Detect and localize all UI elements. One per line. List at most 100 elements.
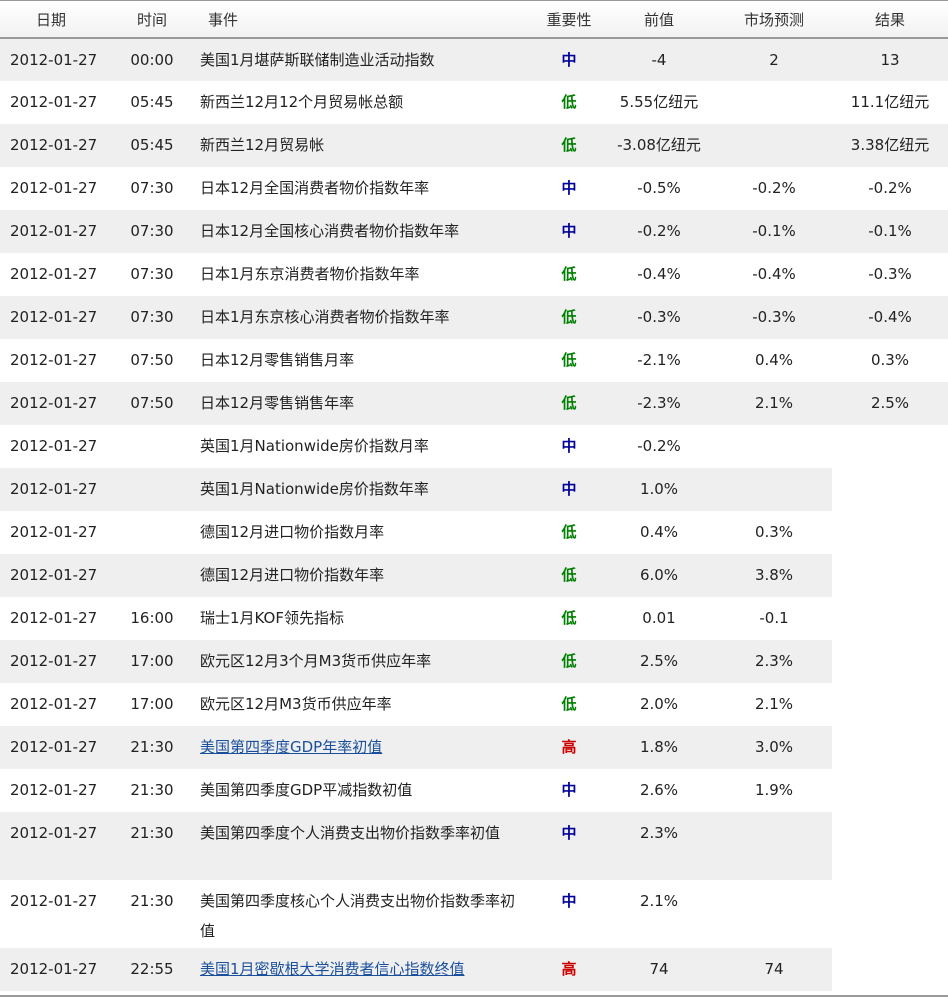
cell-time: 16:00 [130, 609, 174, 627]
cell-importance: 低 [561, 93, 577, 111]
cell-result [832, 769, 948, 812]
cell-date: 2012-01-27 [10, 523, 98, 541]
cell-forecast: 2.1% [754, 695, 794, 713]
cell-date: 2012-01-27 [10, 892, 98, 910]
event-link[interactable]: 美国1月密歇根大学消费者信心指数终值 [200, 960, 465, 978]
cell-result [832, 880, 948, 948]
cell-event: 新西兰12月12个月贸易帐总额 [200, 93, 404, 111]
cell-time: 05:45 [120, 124, 184, 167]
cell-time: 00:00 [120, 38, 184, 81]
cell-date: 2012-01-27 [10, 781, 98, 799]
cell-time: 21:30 [130, 892, 174, 910]
cell-previous: -3.08亿纽元 [602, 124, 716, 167]
cell-result [832, 640, 948, 683]
cell-previous: -2.1% [637, 351, 681, 369]
event-link[interactable]: 美国第四季度GDP年率初值 [200, 738, 382, 756]
cell-result [832, 597, 948, 640]
table-row: 2012-01-27 21:30 美国第四季度核心个人消费支出物价指数季率初值 中 2.… [0, 880, 948, 948]
cell-forecast: -0.4% [752, 265, 796, 283]
table-row: 2012-01-27 21:30 美国第四季度个人消费支出物价指数季率初值中 2.3% [0, 812, 948, 880]
cell-time [120, 468, 184, 511]
cell-importance: 低 [536, 124, 602, 167]
header-date: 日期 [0, 1, 120, 39]
cell-importance: 中 [536, 210, 602, 253]
header-importance: 重要性 [536, 1, 602, 39]
cell-importance: 中 [561, 179, 577, 197]
cell-importance: 中 [536, 468, 602, 511]
cell-previous: 2.3% [602, 812, 716, 880]
cell-forecast [716, 812, 832, 880]
cell-event: 美国1月密歇根大学消费者信心指数终值 [184, 948, 536, 991]
cell-date: 2012-01-27 [0, 124, 120, 167]
cell-forecast [716, 425, 832, 468]
cell-previous: 1.0% [602, 468, 716, 511]
cell-date: 2012-01-27 [0, 38, 120, 81]
cell-result: -0.1% [832, 210, 948, 253]
cell-time: 21:30 [120, 812, 184, 880]
cell-previous: -0.2% [637, 437, 681, 455]
cell-time: 07:50 [120, 382, 184, 425]
cell-event: 英国1月Nationwide房价指数月率 [200, 437, 429, 455]
cell-importance: 低 [561, 695, 577, 713]
table-row: 2012-01-27 22:55 美国1月密歇根大学消费者信心指数终值高 74 74 [0, 948, 948, 991]
table-row: 2012-01-27 英国1月Nationwide房价指数月率 中 -0.2% [0, 425, 948, 468]
cell-date: 2012-01-27 [10, 93, 98, 111]
cell-importance: 高 [536, 726, 602, 769]
cell-result [832, 726, 948, 769]
header-previous: 前值 [602, 1, 716, 39]
header-result: 结果 [832, 1, 948, 39]
cell-date: 2012-01-27 [10, 351, 98, 369]
cell-event: 日本12月全国核心消费者物价指数年率 [184, 210, 536, 253]
table-header: 日期 时间 事件 重要性 前值 市场预测 结果 [0, 1, 948, 39]
cell-forecast [716, 124, 832, 167]
cell-result [832, 683, 948, 726]
cell-event: 日本1月东京核心消费者物价指数年率 [184, 296, 536, 339]
cell-importance: 低 [536, 554, 602, 597]
cell-importance: 中 [561, 892, 577, 910]
cell-time: 07:30 [120, 210, 184, 253]
cell-time: 07:30 [130, 265, 174, 283]
cell-previous: 2.0% [639, 695, 679, 713]
cell-forecast: 74 [716, 948, 832, 991]
cell-result [832, 948, 948, 991]
cell-previous: -0.4% [637, 265, 681, 283]
cell-event: 欧元区12月3个月M3货币供应年率 [184, 640, 536, 683]
cell-forecast [716, 880, 832, 948]
cell-previous: 0.01 [642, 609, 676, 627]
cell-result [832, 425, 948, 468]
cell-previous: -4 [602, 38, 716, 81]
cell-importance: 低 [561, 523, 577, 541]
header-time: 时间 [120, 1, 184, 39]
table-row: 2012-01-27 21:30 美国第四季度GDP年率初值 高 1.8% 3.0% [0, 726, 948, 769]
cell-date: 2012-01-27 [10, 695, 98, 713]
table-row: 2012-01-27 07:30 日本12月全国核心消费者物价指数年率中 -0.2% -… [0, 210, 948, 253]
cell-result [832, 812, 948, 880]
table-row: 2012-01-27 07:50 日本12月零售销售年率低 -2.3% 2.1% 2.5% [0, 382, 948, 425]
cell-date: 2012-01-27 [0, 812, 120, 880]
cell-previous: 74 [602, 948, 716, 991]
cell-forecast [716, 468, 832, 511]
table-row: 2012-01-27 17:00 欧元区12月M3货币供应年率 低 2.0% 2.1% [0, 683, 948, 726]
cell-forecast: 3.0% [716, 726, 832, 769]
cell-forecast: -0.1% [716, 210, 832, 253]
table-row: 2012-01-27 05:45 新西兰12月贸易帐低 -3.08亿纽元 3.38亿纽元 [0, 124, 948, 167]
cell-time [120, 511, 184, 554]
table-row: 2012-01-27 16:00 瑞士1月KOF领先指标 低 0.01 -0.1 [0, 597, 948, 640]
cell-event: 德国12月进口物价指数月率 [200, 523, 385, 541]
economic-calendar: 日期 时间 事件 重要性 前值 市场预测 结果 2012-01-27 00:00 美… [0, 0, 948, 1007]
cell-time: 07:30 [120, 296, 184, 339]
cell-previous: -0.5% [637, 179, 681, 197]
cell-result: 11.1亿纽元 [850, 93, 930, 111]
cell-event: 欧元区12月M3货币供应年率 [200, 695, 392, 713]
cell-forecast: 0.3% [754, 523, 794, 541]
cell-importance: 低 [536, 296, 602, 339]
cell-forecast: -0.3% [716, 296, 832, 339]
cell-time: 07:30 [130, 179, 174, 197]
cell-forecast: 2.3% [716, 640, 832, 683]
cell-date: 2012-01-27 [0, 382, 120, 425]
table-row: 2012-01-27 05:45 新西兰12月12个月贸易帐总额 低 5.55亿纽元 11… [0, 81, 948, 124]
cell-result [832, 511, 948, 554]
cell-result: 0.3% [870, 351, 910, 369]
cell-date: 2012-01-27 [10, 179, 98, 197]
cell-time: 17:00 [120, 640, 184, 683]
